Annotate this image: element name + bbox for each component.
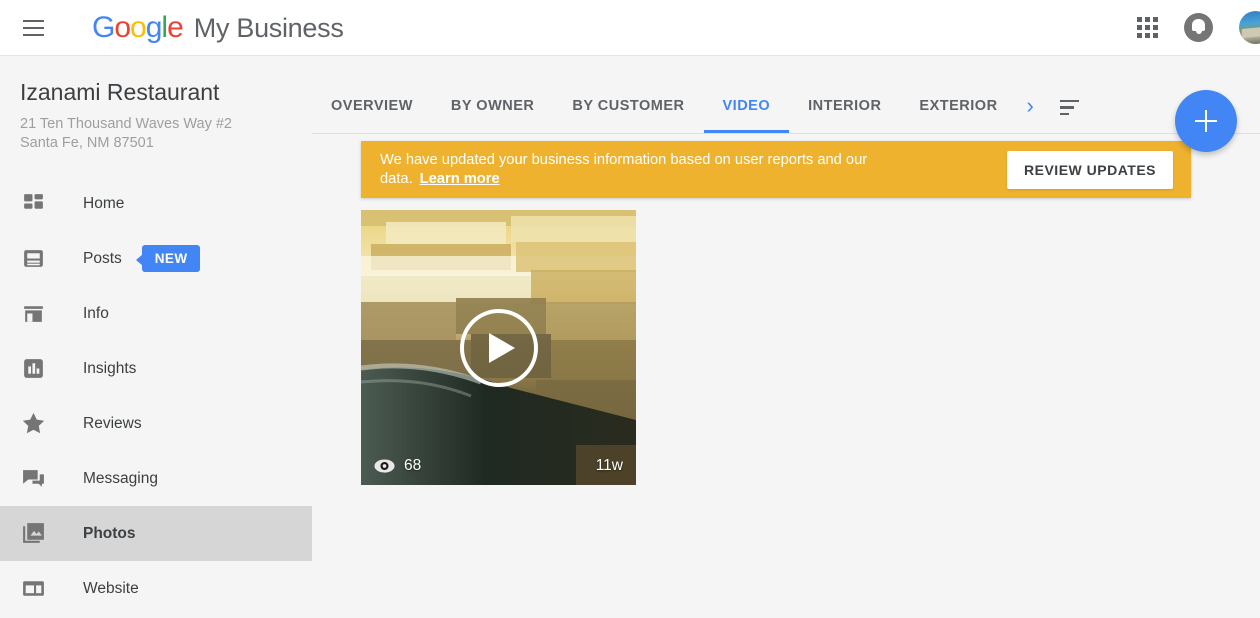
website-icon xyxy=(19,574,48,603)
chat-icon xyxy=(19,464,48,493)
review-updates-button[interactable]: REVIEW UPDATES xyxy=(1007,150,1173,189)
apps-dot xyxy=(1137,17,1142,22)
hamburger-menu-icon[interactable] xyxy=(16,11,50,45)
tab-by-owner[interactable]: BY OWNER xyxy=(432,98,554,133)
dashboard-icon xyxy=(19,189,48,218)
apps-dot xyxy=(1145,25,1150,30)
logo-letter-g2: g xyxy=(145,10,163,44)
sidebar-item-label: Photos xyxy=(83,524,136,542)
tab-exterior[interactable]: EXTERIOR xyxy=(900,98,1016,133)
sidebar-item-website[interactable]: Website xyxy=(0,561,312,616)
top-bar-actions xyxy=(1137,11,1260,44)
eye-icon xyxy=(374,459,395,473)
sidebar-item-label: Posts xyxy=(83,249,122,267)
sidebar-item-insights[interactable]: Insights xyxy=(0,341,312,396)
banner-message: We have updated your business informatio… xyxy=(380,151,940,189)
hamburger-line xyxy=(22,19,44,22)
video-view-count: 68 xyxy=(374,457,421,475)
hamburger-line xyxy=(22,26,44,29)
star-icon xyxy=(19,409,48,438)
sidebar-item-label: Insights xyxy=(83,359,137,377)
business-name: Izanami Restaurant xyxy=(20,79,220,105)
apps-dot xyxy=(1145,17,1150,22)
address-line-2: Santa Fe, NM 87501 xyxy=(20,135,154,151)
user-avatar[interactable] xyxy=(1239,11,1260,44)
main-content: OVERVIEW BY OWNER BY CUSTOMER VIDEO INTE… xyxy=(312,57,1260,618)
logo-letter-e: e xyxy=(167,10,184,44)
apps-dot xyxy=(1137,25,1142,30)
logo-letter-o2: o xyxy=(130,10,147,44)
apps-dot xyxy=(1145,33,1150,38)
brand-logo[interactable]: Google My Business xyxy=(92,11,344,45)
bar-chart-icon xyxy=(19,354,48,383)
sidebar-item-messaging[interactable]: Messaging xyxy=(0,451,312,506)
photo-category-tabs: OVERVIEW BY OWNER BY CUSTOMER VIDEO INTE… xyxy=(312,57,1260,134)
photos-icon xyxy=(19,519,48,548)
logo-letter-g: G xyxy=(92,10,115,44)
apps-dot xyxy=(1153,33,1158,38)
apps-dot xyxy=(1153,25,1158,30)
tab-interior[interactable]: INTERIOR xyxy=(789,98,900,133)
update-notification-banner: We have updated your business informatio… xyxy=(361,141,1191,198)
sort-icon[interactable] xyxy=(1059,99,1079,115)
google-wordmark: Google xyxy=(92,10,184,45)
sidebar-item-info[interactable]: Info xyxy=(0,286,312,341)
sort-line xyxy=(1059,106,1074,109)
notification-bell-icon[interactable] xyxy=(1184,13,1213,42)
sort-line xyxy=(1059,112,1069,115)
sidebar: Izanami Restaurant 21 Ten Thousand Waves… xyxy=(0,57,312,618)
apps-dot xyxy=(1137,33,1142,38)
view-count-value: 68 xyxy=(404,457,422,474)
apps-dot xyxy=(1153,17,1158,22)
sidebar-item-home[interactable]: Home xyxy=(0,176,312,231)
sidebar-item-label: Info xyxy=(83,304,109,322)
sidebar-item-label: Home xyxy=(83,194,125,212)
sidebar-nav: Home Posts NEW Info Insights Reviews Mes… xyxy=(0,176,312,616)
learn-more-link[interactable]: Learn more xyxy=(420,171,500,187)
hamburger-line xyxy=(22,33,44,36)
add-photo-button[interactable] xyxy=(1175,90,1237,152)
tab-list: OVERVIEW BY OWNER BY CUSTOMER VIDEO INTE… xyxy=(312,57,1017,133)
photo-grid: 68 11w xyxy=(361,210,636,485)
play-icon[interactable] xyxy=(459,308,538,387)
sidebar-item-label: Messaging xyxy=(83,469,158,487)
apps-grid-icon[interactable] xyxy=(1137,17,1158,38)
tab-video[interactable]: VIDEO xyxy=(703,98,790,133)
video-age-label: 11w xyxy=(595,457,623,474)
sidebar-item-label: Website xyxy=(83,579,139,597)
chevron-right-icon[interactable]: › xyxy=(1017,95,1046,133)
sort-line xyxy=(1059,99,1079,102)
sidebar-item-photos[interactable]: Photos xyxy=(0,506,312,561)
address-line-1: 21 Ten Thousand Waves Way #2 xyxy=(20,116,232,132)
sidebar-item-reviews[interactable]: Reviews xyxy=(0,396,312,451)
video-thumbnail-card[interactable]: 68 11w xyxy=(361,210,636,485)
sidebar-item-posts[interactable]: Posts NEW xyxy=(0,231,312,286)
sidebar-item-label: Reviews xyxy=(83,414,142,432)
product-name: My Business xyxy=(193,12,344,43)
logo-letter-o1: o xyxy=(114,10,131,44)
business-address: 21 Ten Thousand Waves Way #2 Santa Fe, N… xyxy=(0,106,312,153)
tab-overview[interactable]: OVERVIEW xyxy=(312,98,432,133)
new-badge: NEW xyxy=(135,245,201,272)
top-app-bar: Google My Business xyxy=(0,0,1260,56)
tab-by-customer[interactable]: BY CUSTOMER xyxy=(553,98,703,133)
posts-icon xyxy=(19,244,48,273)
storefront-icon xyxy=(19,299,48,328)
